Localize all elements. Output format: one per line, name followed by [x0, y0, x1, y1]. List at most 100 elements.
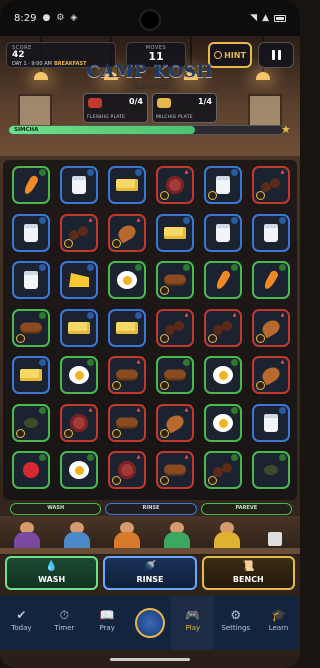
app-logo[interactable] — [129, 596, 172, 650]
board-tile-milk[interactable] — [204, 213, 242, 252]
apple-icon — [23, 462, 39, 478]
milk-icon — [24, 223, 38, 242]
action-buttons: 💧 WASH 🚿 RINSE 📜 BENCH — [5, 556, 295, 590]
dairy-badge-icon — [279, 406, 286, 414]
nav-label: Settings — [221, 624, 251, 632]
board-tile-egg[interactable] — [204, 403, 242, 442]
pareve-badge-icon — [183, 264, 190, 271]
board-tile-bread[interactable]: ▲ — [156, 451, 194, 489]
board-tile-drumstick[interactable]: ▲ — [108, 213, 146, 252]
board-tile-egg[interactable] — [204, 356, 242, 394]
board-tile-meatballs[interactable]: ▲ — [204, 308, 242, 347]
station-pareve: PAREVE — [200, 503, 292, 515]
pareve-badge-icon — [231, 406, 238, 414]
board-tile-egg[interactable] — [60, 356, 98, 394]
pareve-badge-icon — [39, 406, 46, 414]
hourglass-icon — [208, 476, 217, 485]
board-tile-butter[interactable] — [12, 356, 50, 394]
board-tile-milk[interactable] — [12, 213, 50, 252]
meatballs-icon — [69, 225, 89, 240]
nav-play[interactable]: 🎮 Play — [171, 596, 215, 650]
board-tile-milk[interactable] — [12, 261, 50, 299]
meat-badge-icon: ▲ — [136, 216, 141, 223]
gear-icon: ⚙ — [230, 608, 242, 622]
wash-button[interactable]: 💧 WASH — [5, 556, 99, 590]
graduation-cap-icon: 🎓 — [271, 608, 287, 622]
board-tile-cheese[interactable] — [60, 261, 98, 299]
hourglass-icon — [160, 428, 169, 438]
board-tile-butter[interactable] — [156, 213, 194, 252]
hourglass-icon — [64, 428, 73, 438]
board-tile-apple[interactable] — [12, 451, 50, 489]
board-tile-milk[interactable] — [204, 166, 242, 204]
board-tile-bread[interactable] — [156, 356, 194, 394]
station-rinse: RINSE — [105, 503, 197, 515]
board-tile-meatballs[interactable]: ▲ — [252, 166, 290, 204]
salami-icon — [118, 461, 136, 479]
board-tile-olive[interactable] — [12, 403, 50, 442]
board-tile-carrot[interactable] — [12, 166, 50, 204]
hourglass-icon — [208, 333, 217, 343]
star-icon: ★ — [281, 123, 291, 136]
board-tile-milk[interactable] — [252, 213, 290, 252]
board-tile-salami[interactable]: ▲ — [108, 451, 146, 489]
nav-learn[interactable]: 🎓 Learn — [257, 596, 300, 650]
rinse-button[interactable]: 🚿 RINSE — [103, 556, 197, 590]
board-tile-meatballs[interactable] — [204, 451, 242, 489]
logo-coin-icon — [135, 608, 165, 638]
board-tile-olive[interactable] — [252, 451, 290, 489]
milchig-plate-goal: 1/4 MILCHIG PLATE — [152, 93, 217, 123]
dairy-badge-icon — [231, 169, 238, 176]
phone-screen: 8:29 ● ⚙ ◈ ◥ ▲ SCORE 42 DAY 1 · 9:00 AM … — [0, 0, 300, 668]
butter-icon — [20, 369, 42, 381]
board-tile-bread[interactable]: ▲ — [108, 356, 146, 394]
board-tile-carrot[interactable] — [252, 261, 290, 299]
board-tile-meatballs[interactable]: ▲ — [60, 213, 98, 252]
board-tile-meatballs[interactable]: ▲ — [156, 308, 194, 347]
bread-icon — [116, 417, 138, 428]
plate-count: 0/4 — [128, 97, 143, 106]
meat-badge-icon: ▲ — [280, 169, 285, 175]
cheese-icon — [69, 273, 89, 287]
board-tile-butter[interactable] — [108, 308, 146, 347]
pareve-badge-icon — [279, 454, 286, 461]
lightbulb-icon — [214, 51, 223, 59]
bench-label: BENCH — [232, 575, 264, 584]
board-tile-salami[interactable]: ▲ — [156, 166, 194, 204]
nav-timer[interactable]: ⏱ Timer — [43, 596, 86, 650]
bread-icon — [164, 464, 186, 476]
board-tile-drumstick[interactable]: ▲ — [156, 403, 194, 442]
bench-icon: 📜 — [242, 561, 255, 572]
wifi-icon: ◥ — [250, 13, 258, 23]
board-tile-butter[interactable] — [108, 166, 146, 204]
board-tile-bread[interactable]: ▲ — [108, 403, 146, 442]
board-tile-drumstick[interactable]: ▲ — [252, 356, 290, 394]
pause-icon — [271, 50, 275, 60]
board-tile-bread[interactable] — [12, 308, 50, 347]
board-tile-bread[interactable] — [156, 261, 194, 299]
board-tile-carrot[interactable] — [204, 261, 242, 299]
board-tile-butter[interactable] — [60, 308, 98, 347]
board-tile-drumstick[interactable]: ▲ — [252, 308, 290, 347]
pareve-badge-icon — [87, 454, 94, 461]
nav-today[interactable]: ✔ Today — [0, 596, 43, 650]
plate-count: 1/4 — [197, 97, 212, 106]
pareve-badge-icon — [279, 264, 286, 271]
carrot-icon — [22, 174, 40, 196]
board-tile-milk[interactable] — [60, 166, 98, 204]
hourglass-icon — [256, 191, 265, 200]
nav-settings[interactable]: ⚙ Settings — [214, 596, 257, 650]
board-tile-egg[interactable] — [60, 451, 98, 489]
dairy-badge-icon — [279, 216, 286, 224]
board-tile-egg[interactable] — [108, 261, 146, 299]
wash-label: WASH — [38, 575, 66, 584]
board-tile-salami[interactable]: ▲ — [60, 403, 98, 442]
bench-button[interactable]: 📜 BENCH — [201, 556, 295, 590]
table-edge — [0, 548, 300, 554]
home-indicator[interactable] — [110, 658, 190, 661]
score-value: 42 — [12, 50, 25, 60]
board-tile-milk[interactable] — [252, 403, 290, 442]
meat-badge-icon: ▲ — [232, 311, 237, 318]
stopwatch-icon: ⏱ — [59, 608, 69, 622]
nav-pray[interactable]: 📖 Pray — [86, 596, 129, 650]
